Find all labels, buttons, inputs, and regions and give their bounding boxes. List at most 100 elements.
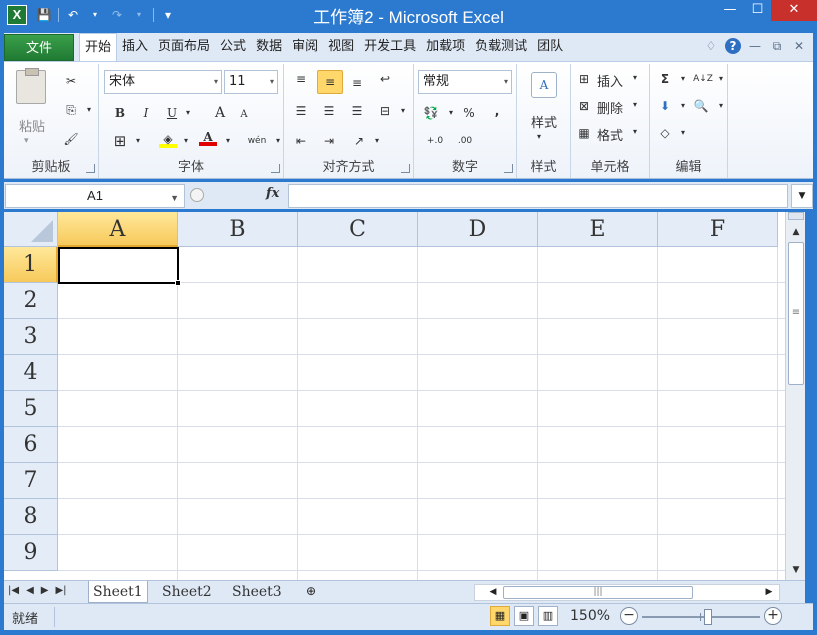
clear-icon[interactable]: ◇ (656, 124, 674, 142)
tab-home[interactable]: 开始 (79, 33, 118, 62)
align-top-icon[interactable]: ≡ (292, 70, 310, 88)
font-color-icon[interactable]: A (199, 128, 217, 146)
expand-formula-bar-icon[interactable]: ▼ (791, 184, 813, 208)
column-header-b[interactable]: B (178, 212, 298, 247)
sheet-tab-sheet3[interactable]: Sheet3 (228, 581, 286, 603)
shrink-font-icon[interactable]: A (235, 106, 253, 124)
tab-data[interactable]: 数据 (251, 33, 287, 61)
orientation-dropdown-icon[interactable]: ▾ (368, 132, 386, 150)
column-header-a[interactable]: A (58, 212, 178, 247)
paste-dropdown-icon[interactable]: ▾ (24, 136, 29, 146)
vertical-scrollbar[interactable]: ▲ ≡ ▼ (785, 212, 805, 580)
select-all-button[interactable] (4, 212, 58, 247)
excel-app-icon[interactable]: X (7, 5, 27, 25)
help-icon[interactable]: ? (725, 38, 741, 54)
tab-review[interactable]: 审阅 (287, 33, 323, 61)
scroll-left-icon[interactable]: ◀ (485, 585, 501, 600)
tab-addins[interactable]: 加载项 (421, 33, 470, 61)
first-sheet-icon[interactable]: |◀ (8, 585, 19, 596)
font-color-dropdown-icon[interactable]: ▾ (219, 132, 237, 150)
decrease-indent-icon[interactable]: ⇤ (292, 132, 310, 150)
scroll-down-icon[interactable]: ▼ (788, 562, 804, 578)
font-size-select[interactable]: 11 ▾ (224, 70, 278, 94)
styles-button[interactable]: 样式 (521, 112, 567, 131)
border-icon[interactable]: ⊞ (111, 132, 129, 150)
align-left-icon[interactable]: ☰ (292, 102, 310, 120)
tab-developer[interactable]: 开发工具 (359, 33, 421, 61)
clipboard-dialog-launcher-icon[interactable] (86, 164, 95, 173)
autosum-dropdown-icon[interactable]: ▾ (674, 70, 692, 88)
scroll-up-icon[interactable]: ▲ (788, 224, 804, 240)
orientation-icon[interactable]: ↗ (350, 132, 368, 150)
format-dropdown-icon[interactable]: ▾ (633, 127, 637, 136)
format-cells-icon[interactable]: ▦ (575, 124, 593, 142)
fill-color-icon[interactable]: ◈ (159, 130, 177, 148)
horizontal-scroll-thumb[interactable]: ||| (503, 586, 693, 599)
sheet-tab-sheet1[interactable]: Sheet1 (88, 581, 148, 603)
row-header-1[interactable]: 1 (4, 247, 58, 283)
italic-icon[interactable]: I (137, 104, 155, 122)
copy-icon[interactable]: ⎘ (62, 101, 80, 119)
maximize-button[interactable]: ☐ (744, 0, 771, 21)
tab-team[interactable]: 团队 (532, 33, 568, 61)
align-middle-icon[interactable]: ≡ (317, 70, 343, 94)
find-select-icon[interactable]: 🔍 (692, 97, 710, 115)
merge-center-icon[interactable]: ⊟ (376, 102, 394, 120)
fill-color-dropdown-icon[interactable]: ▾ (177, 132, 195, 150)
vertical-scroll-thumb[interactable]: ≡ (788, 242, 804, 385)
number-dialog-launcher-icon[interactable] (504, 164, 513, 173)
delete-dropdown-icon[interactable]: ▾ (633, 100, 637, 109)
sort-dropdown-icon[interactable]: ▾ (712, 70, 730, 88)
row-header-7[interactable]: 7 (4, 463, 58, 499)
formula-bar-resize-icon[interactable] (190, 188, 204, 202)
cell-grid[interactable] (58, 247, 785, 580)
zoom-slider-track[interactable] (642, 616, 760, 618)
insert-dropdown-icon[interactable]: ▾ (633, 73, 637, 82)
redo-icon[interactable]: ↷ (109, 7, 125, 23)
align-center-icon[interactable]: ☰ (320, 102, 338, 120)
zoom-out-icon[interactable]: − (620, 607, 638, 625)
align-right-icon[interactable]: ☰ (348, 102, 366, 120)
active-cell-a1[interactable] (58, 247, 179, 284)
styles-dropdown-icon[interactable]: ▾ (537, 132, 541, 141)
tab-page-layout[interactable]: 页面布局 (153, 33, 215, 61)
formula-input[interactable] (288, 184, 788, 208)
row-header-9[interactable]: 9 (4, 535, 58, 571)
phonetic-guide-icon[interactable]: wén (245, 132, 269, 150)
fill-dropdown-icon[interactable]: ▾ (674, 97, 692, 115)
column-header-e[interactable]: E (538, 212, 658, 247)
underline-dropdown-icon[interactable]: ▾ (179, 104, 197, 122)
row-header-4[interactable]: 4 (4, 355, 58, 391)
comma-format-icon[interactable]: , (488, 102, 506, 120)
row-header-3[interactable]: 3 (4, 319, 58, 355)
row-header-5[interactable]: 5 (4, 391, 58, 427)
column-header-c[interactable]: C (298, 212, 418, 247)
prev-sheet-icon[interactable]: ◀ (26, 585, 34, 596)
cut-icon[interactable]: ✂ (62, 72, 80, 90)
copy-dropdown-icon[interactable]: ▾ (80, 101, 98, 119)
sort-filter-icon[interactable]: A↓Z (692, 70, 714, 88)
bold-icon[interactable]: B (111, 104, 129, 122)
paste-button[interactable]: 粘贴 (12, 116, 52, 135)
workbook-close-icon[interactable]: ✕ (791, 39, 807, 53)
decrease-decimal-icon[interactable]: .00 (454, 132, 476, 150)
scroll-right-icon[interactable]: ▶ (761, 585, 777, 600)
tab-insert[interactable]: 插入 (117, 33, 153, 61)
clear-dropdown-icon[interactable]: ▾ (674, 124, 692, 142)
alignment-dialog-launcher-icon[interactable] (401, 164, 410, 173)
column-header-d[interactable]: D (418, 212, 538, 247)
format-cells-button[interactable]: 格式 (597, 125, 623, 144)
horizontal-scrollbar[interactable]: ◀ ||| ▶ (474, 584, 780, 601)
row-header-8[interactable]: 8 (4, 499, 58, 535)
last-sheet-icon[interactable]: ▶| (55, 585, 66, 596)
wrap-text-icon[interactable]: ↩ (376, 70, 394, 88)
minimize-button[interactable]: — (716, 0, 744, 21)
percent-format-icon[interactable]: % (460, 104, 478, 122)
column-header-f[interactable]: F (658, 212, 778, 247)
fill-icon[interactable]: ⬇ (656, 97, 674, 115)
increase-decimal-icon[interactable]: +.0 (424, 132, 446, 150)
currency-format-icon[interactable]: 💱 (422, 104, 440, 122)
workbook-minimize-icon[interactable]: — (747, 39, 763, 53)
workbook-restore-icon[interactable]: ⧉ (769, 39, 785, 54)
zoom-slider-thumb[interactable] (704, 609, 712, 625)
